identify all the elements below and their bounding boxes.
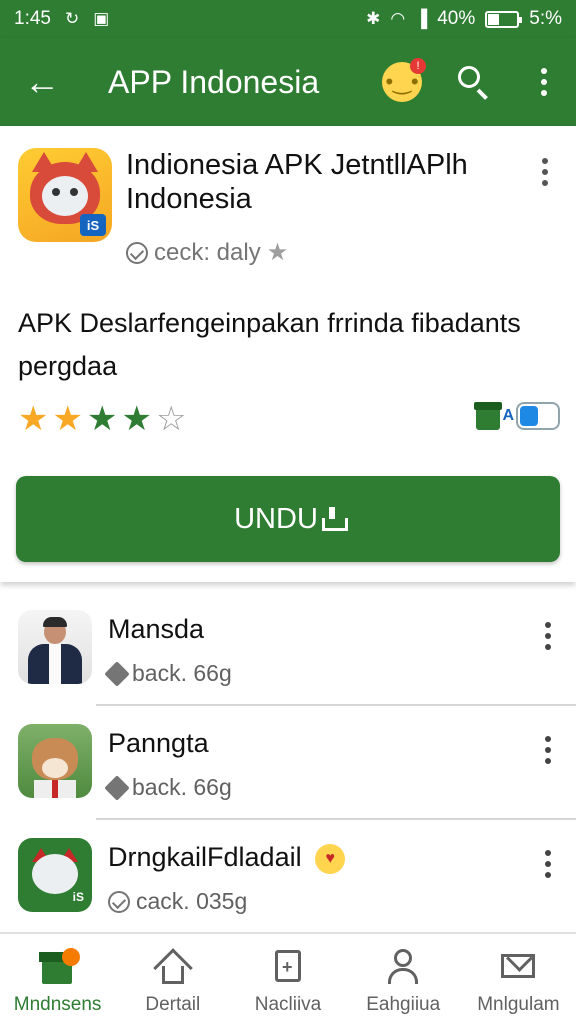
- item-meta-text: back. 66g: [132, 660, 232, 686]
- mail-icon: [498, 946, 538, 986]
- nav-label: Eahgiiua: [366, 994, 441, 1015]
- app-more-icon[interactable]: [530, 154, 560, 190]
- item-thumbnail: iS: [18, 838, 92, 912]
- notification-badge: !: [410, 58, 426, 74]
- status-bar: 1:45 ↻ ▣ ✱ ◠ ▐ 40% 5:%: [0, 0, 576, 38]
- app-bar: ← APP Indonesia •‿• !: [0, 38, 576, 126]
- star-filled-icon: ★: [18, 400, 49, 438]
- back-arrow-icon[interactable]: ←: [0, 38, 84, 126]
- star-filled-icon: ★: [52, 400, 83, 438]
- app-icon-badge: iS: [80, 214, 106, 236]
- status-extra: 5:%: [529, 8, 562, 29]
- download-label: UNDU: [234, 502, 318, 535]
- app-detail-card: iS Indionesia APK JetntllAPlh Indonesia …: [0, 126, 576, 582]
- download-icon: [321, 507, 348, 531]
- gift-icon: [474, 402, 503, 430]
- signal-icon: ▐: [415, 9, 428, 28]
- item-more-icon[interactable]: [538, 846, 558, 882]
- battery-fill: [488, 13, 500, 25]
- list-item[interactable]: Panngta back. 66g: [0, 706, 576, 820]
- nav-label: Mnlgulam: [477, 994, 560, 1015]
- app-notification-icon: ▣: [93, 9, 110, 28]
- app-title: Indionesia APK JetntllAPlh Indonesia: [126, 149, 468, 215]
- status-time: 1:45: [14, 8, 51, 29]
- wifi-icon: ◠: [390, 9, 406, 28]
- battery-icon: [485, 10, 523, 28]
- check-circle-icon: [108, 890, 130, 913]
- sync-icon: ↻: [64, 9, 80, 28]
- search-icon[interactable]: [454, 62, 494, 102]
- item-meta-text: back. 66g: [132, 774, 232, 800]
- app-description: APK Deslarfengeinpakan frrinda fibadants…: [18, 308, 521, 381]
- item-meta-text: cack. 035g: [136, 888, 248, 914]
- bottom-navigation: Mndnsens Dertail + Nacliiva Eahgiiua Mnl…: [0, 932, 576, 1024]
- list-item[interactable]: Mansda back. 66g: [0, 592, 576, 706]
- star-filled-icon: ★: [121, 400, 152, 438]
- item-more-icon[interactable]: [538, 618, 558, 654]
- app-list: Mansda back. 66g Panngta back. 66g iS Dr…: [0, 592, 576, 934]
- emoji-icon: ♥: [315, 843, 346, 874]
- tag-icon: [104, 660, 130, 687]
- rating-stars: ★ ★ ★ ★ ☆: [18, 402, 186, 436]
- home-icon: [152, 946, 193, 988]
- download-button[interactable]: UNDU: [16, 476, 560, 562]
- item-thumbnail: [18, 610, 92, 684]
- app-subtitle-text: ceck: daly: [154, 238, 261, 266]
- app-icon: iS: [18, 148, 112, 242]
- battery-percent: 40%: [437, 8, 476, 29]
- list-item[interactable]: iS DrngkailFdladail ♥ cack. 035g: [0, 820, 576, 934]
- gift-icon: [38, 946, 80, 986]
- item-meta: cack. 035g: [108, 888, 247, 915]
- nav-label: Nacliiva: [254, 994, 322, 1015]
- item-thumbnail: [18, 724, 92, 798]
- item-meta: back. 66g: [104, 660, 232, 687]
- toggle-label: A: [502, 407, 514, 424]
- nav-item-home[interactable]: Mndnsens: [0, 934, 115, 1024]
- check-circle-icon: [126, 241, 148, 264]
- clipboard-plus-icon: +: [268, 946, 308, 986]
- nav-item-mail[interactable]: Mnlgulam: [461, 934, 576, 1024]
- item-name: DrngkailFdladail ♥: [108, 842, 346, 874]
- star-filled-icon: ★: [86, 400, 118, 438]
- person-icon: [383, 946, 423, 986]
- app-subtitle: ceck: daly ★: [126, 238, 288, 267]
- nav-label: Mndnsens: [13, 994, 102, 1015]
- item-meta: back. 66g: [104, 774, 232, 801]
- item-name-text: DrngkailFdladail: [108, 842, 302, 872]
- toggle-switch[interactable]: [516, 402, 560, 430]
- star-empty-icon: ☆: [155, 400, 187, 438]
- item-name: Panngta: [108, 728, 209, 758]
- bluetooth-icon: ✱: [366, 9, 381, 28]
- tag-icon: [104, 774, 130, 801]
- nav-item-detail[interactable]: Dertail: [115, 934, 230, 1024]
- item-name: Mansda: [108, 614, 205, 644]
- star-icon: ★: [266, 239, 289, 266]
- item-more-icon[interactable]: [538, 732, 558, 768]
- toggle-group: A: [474, 402, 560, 430]
- notification-emoji-button[interactable]: •‿• !: [382, 58, 426, 102]
- nav-item-clipboard[interactable]: + Nacliiva: [230, 934, 345, 1024]
- nav-item-profile[interactable]: Eahgiiua: [346, 934, 461, 1024]
- overflow-menu-icon[interactable]: [524, 38, 564, 126]
- nav-label: Dertail: [145, 994, 201, 1015]
- app-bar-title: APP Indonesia: [108, 63, 320, 100]
